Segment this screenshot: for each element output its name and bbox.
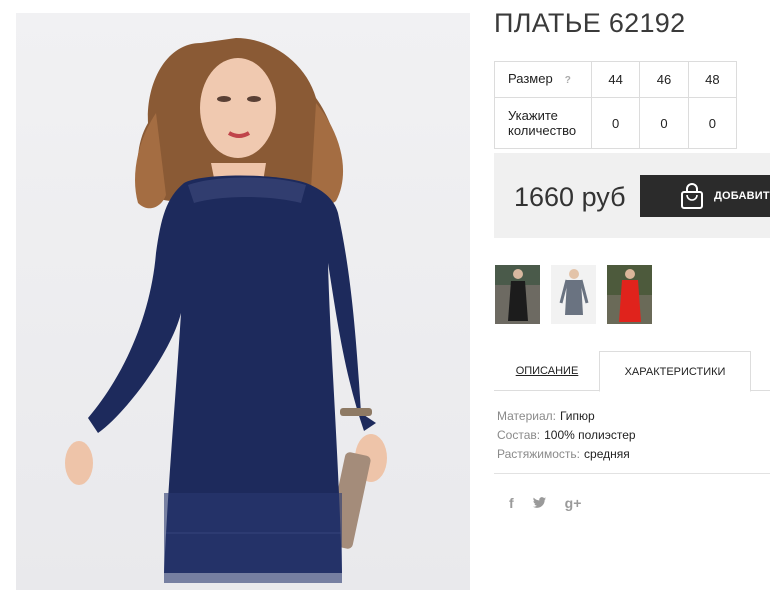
tab-characteristics[interactable]: ХАРАКТЕРИСТИКИ [599, 351, 751, 392]
dress-photo [65, 38, 387, 583]
spec-value: средняя [584, 447, 630, 461]
quantity-input[interactable]: 0 [687, 97, 738, 149]
thumbnail-strip [495, 265, 652, 324]
spec-key: Материал: [497, 409, 556, 423]
product-tabs: ОПИСАНИЕ ХАРАКТЕРИСТИКИ [494, 351, 770, 392]
add-to-cart-button[interactable]: ДОБАВИТЬ [640, 175, 770, 217]
spec-row: Растяжимость: средняя [497, 445, 636, 464]
spec-key: Состав: [497, 428, 541, 442]
thumbnail-red-dress[interactable] [607, 265, 652, 324]
size-option[interactable]: 48 [687, 61, 738, 98]
divider [494, 473, 770, 474]
help-icon[interactable]: ? [565, 75, 571, 86]
facebook-icon[interactable]: f [509, 495, 514, 511]
characteristics-list: Материал: Гипюр Состав: 100% полиэстер Рас… [497, 407, 636, 464]
size-option[interactable]: 44 [590, 61, 641, 98]
size-quantity-table: Размер? 44 46 48 Укажите количество 0 0 … [494, 61, 738, 149]
quantity-label-line1: Укажите [508, 108, 558, 123]
quantity-label: Укажите количество [494, 97, 592, 149]
quantity-label-line2: количество [508, 123, 577, 138]
add-to-cart-label: ДОБАВИТЬ [714, 190, 770, 202]
shopping-bag-icon [681, 183, 703, 209]
price-box: 1660 руб ДОБАВИТЬ [494, 153, 770, 238]
size-label-cell: Размер? [494, 61, 592, 98]
spec-row: Состав: 100% полиэстер [497, 426, 636, 445]
quantity-input[interactable]: 0 [639, 97, 689, 149]
thumbnail-black-dress[interactable] [495, 265, 540, 324]
product-photo [16, 13, 470, 590]
spec-row: Материал: Гипюр [497, 407, 636, 426]
spec-value: Гипюр [559, 409, 595, 423]
spec-value: 100% полиэстер [544, 428, 636, 442]
size-option[interactable]: 46 [639, 61, 689, 98]
price: 1660 руб [514, 182, 626, 212]
social-share: f g+ [509, 495, 581, 511]
twitter-icon[interactable] [532, 497, 547, 509]
google-plus-icon[interactable]: g+ [565, 495, 582, 511]
thumbnail-grey-dress[interactable] [551, 265, 596, 324]
tab-description[interactable]: ОПИСАНИЕ [494, 351, 600, 391]
quantity-input[interactable]: 0 [590, 97, 641, 149]
spec-key: Растяжимость: [497, 447, 581, 461]
product-title: ПЛАТЬЕ 62192 [494, 8, 686, 38]
size-label: Размер [508, 71, 553, 86]
